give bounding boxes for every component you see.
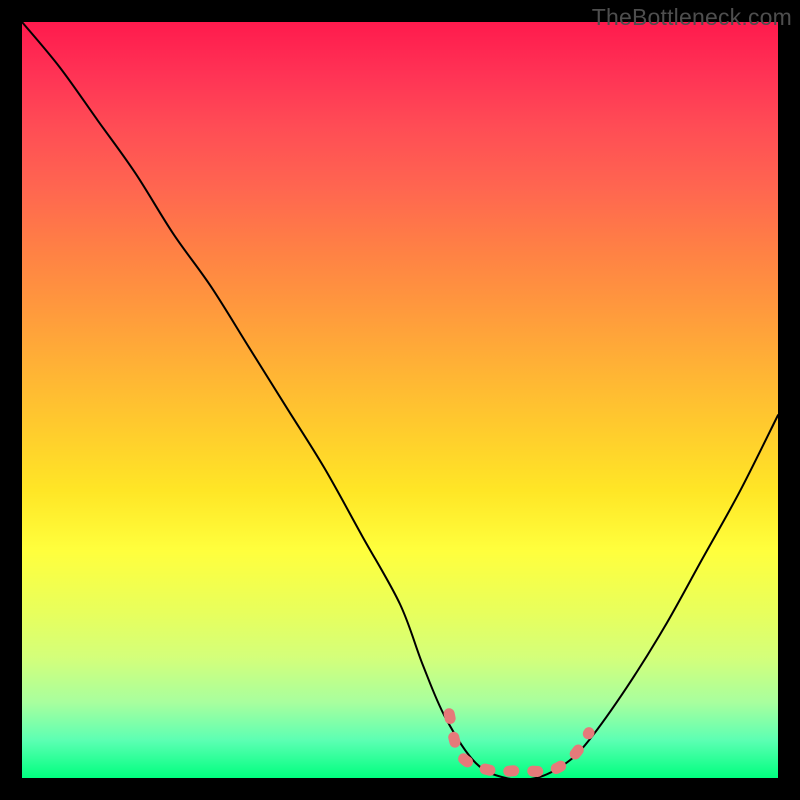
chart-svg <box>22 22 778 778</box>
bottleneck-curve <box>22 22 778 780</box>
plot-area <box>22 22 778 778</box>
chart-container: TheBottleneck.com <box>0 0 800 800</box>
watermark-text: TheBottleneck.com <box>592 4 792 31</box>
sweet-spot-marker <box>449 714 589 772</box>
